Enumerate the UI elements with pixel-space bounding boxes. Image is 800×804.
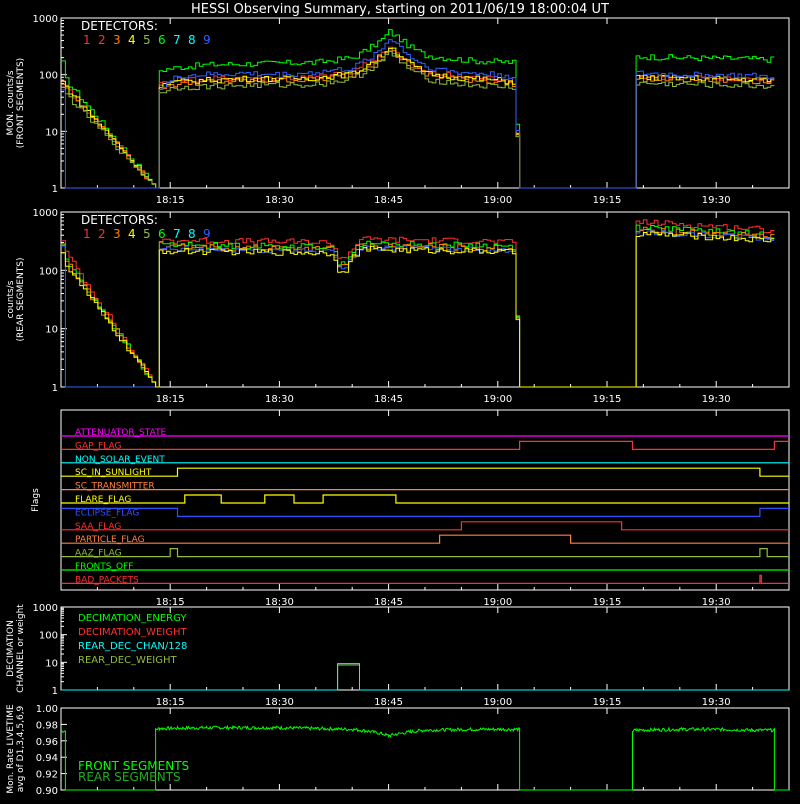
front-legend-item: 1 — [83, 33, 91, 47]
rear-y-tick-label: 1000 — [33, 208, 58, 219]
livetime-y-tick-label: 1.00 — [36, 704, 58, 715]
rear-legend-item: 1 — [83, 227, 91, 241]
flag-label-bad-packets: BAD_PACKETS — [75, 575, 139, 585]
flags-x-tick-label: 18:45 — [374, 597, 403, 608]
rear-x-tick-label: 19:15 — [593, 394, 622, 405]
decimation-legend-item: REAR_DEC_CHAN/128 — [78, 641, 187, 652]
decimation-y-tick-label: 1000 — [33, 603, 58, 614]
front-legend-title: DETECTORS: — [81, 19, 158, 33]
flag-label-sc-in-sunlight: SC_IN_SUNLIGHT — [75, 468, 152, 478]
front-x-tick-label: 18:30 — [265, 195, 294, 206]
rear-legend-item: 3 — [113, 227, 121, 241]
front-y-tick-label: 1 — [52, 184, 58, 195]
front-y-tick-label: 100 — [39, 71, 58, 82]
flag-label-fronts-off: FRONTS_OFF — [75, 562, 133, 572]
rear-y-axis-label: counts/s — [6, 280, 16, 318]
flags-x-tick-label: 19:00 — [483, 597, 512, 608]
decimation-x-tick-label: 18:15 — [156, 697, 185, 708]
decimation-x-tick-label: 19:15 — [593, 697, 622, 708]
front-legend-item: 6 — [158, 33, 166, 47]
livetime-legend-item: REAR SEGMENTS — [78, 770, 181, 784]
flags-x-tick-label: 18:30 — [265, 597, 294, 608]
livetime-y-axis-label: Mon. Rate LIVETIME — [6, 704, 16, 794]
decimation-legend-item: REAR_DEC_WEIGHT — [78, 655, 177, 666]
flags-x-tick-label: 19:30 — [702, 597, 731, 608]
front-legend-item: 4 — [128, 33, 136, 47]
rear-legend-item: 6 — [158, 227, 166, 241]
decimation-y-axis-label: DECIMATION — [6, 620, 16, 677]
front-legend-item: 3 — [113, 33, 121, 47]
livetime-y-tick-label: 0.94 — [36, 753, 58, 764]
rear-y-axis-label: (REAR SEGMENTS) — [16, 257, 26, 341]
livetime-y-tick-label: 0.92 — [36, 770, 58, 781]
rear-y-tick-label: 1 — [52, 383, 58, 394]
rear-legend-item: 8 — [188, 227, 196, 241]
flag-label-gap-flag: GAP_FLAG — [75, 441, 121, 451]
figure-canvas: HESSI Observing Summary, starting on 201… — [0, 0, 800, 800]
rear-legend-item: 9 — [203, 227, 211, 241]
front-x-tick-label: 19:00 — [483, 195, 512, 206]
rear-legend-item: 4 — [128, 227, 136, 241]
front-x-tick-label: 18:45 — [374, 195, 403, 206]
livetime-y-axis-label: avg of D1,3,4,5,6,9 — [16, 705, 26, 792]
hessi-summary-figure: HESSI Observing Summary, starting on 201… — [0, 0, 800, 800]
figure-title: HESSI Observing Summary, starting on 201… — [191, 2, 609, 17]
flag-label-sc-transmitter: SC_TRANSMITTER — [75, 482, 155, 492]
rear-legend-title: DETECTORS: — [81, 213, 158, 227]
rear-x-tick-label: 18:45 — [374, 394, 403, 405]
decimation-legend-item: DECIMATION_ENERGY — [78, 613, 187, 624]
rear-x-tick-label: 19:30 — [702, 394, 731, 405]
flags-x-tick-label: 18:15 — [156, 597, 185, 608]
decimation-legend-item: DECIMATION_WEIGHT — [78, 627, 187, 638]
rear-x-tick-label: 18:15 — [156, 394, 185, 405]
rear-legend-item: 7 — [173, 227, 181, 241]
livetime-y-tick-label: 0.90 — [36, 786, 58, 797]
front-legend-item: 2 — [98, 33, 106, 47]
decimation-x-tick-label: 19:30 — [702, 697, 731, 708]
livetime-y-tick-label: 0.96 — [36, 737, 58, 748]
flags-y-axis-label: Flags — [31, 488, 41, 512]
rear-x-tick-label: 18:30 — [265, 394, 294, 405]
flag-label-attenuator-state: ATTENUATOR_STATE — [75, 428, 167, 438]
front-legend-item: 8 — [188, 33, 196, 47]
front-y-tick-label: 1000 — [33, 14, 58, 25]
rear-legend-item: 2 — [98, 227, 106, 241]
flag-label-saa-flag: SAA_FLAG — [75, 522, 121, 532]
front-x-tick-label: 19:30 — [702, 195, 731, 206]
decimation-y-tick-label: 100 — [39, 631, 58, 642]
front-y-tick-label: 10 — [45, 127, 58, 138]
front-legend-item: 7 — [173, 33, 181, 47]
front-x-tick-label: 19:15 — [593, 195, 622, 206]
decimation-x-tick-label: 18:30 — [265, 697, 294, 708]
livetime-y-tick-label: 0.98 — [36, 720, 58, 731]
front-y-axis-label: MON. counts/s — [6, 70, 16, 135]
flag-label-flare-flag: FLARE_FLAG — [75, 495, 131, 505]
flag-label-particle-flag: PARTICLE_FLAG — [75, 535, 145, 545]
decimation-y-tick-label: 10 — [45, 658, 58, 669]
front-y-axis-label: (FRONT SEGMENTS) — [16, 58, 26, 148]
decimation-x-tick-label: 19:00 — [483, 697, 512, 708]
rear-x-tick-label: 19:00 — [483, 394, 512, 405]
front-x-tick-label: 18:15 — [156, 195, 185, 206]
flag-label-eclipse-flag: ECLIPSE_FLAG — [75, 508, 139, 518]
front-legend-item: 9 — [203, 33, 211, 47]
flag-label-non-solar-event: NON_SOLAR_EVENT — [75, 455, 165, 465]
rear-legend-item: 5 — [143, 227, 151, 241]
flags-x-tick-label: 19:15 — [593, 597, 622, 608]
decimation-x-tick-label: 18:45 — [374, 697, 403, 708]
flag-label-aaz-flag: AAZ_FLAG — [75, 549, 122, 559]
rear-y-tick-label: 100 — [39, 266, 58, 277]
decimation-y-axis-label: CHANNEL or weight — [16, 604, 26, 693]
front-legend-item: 5 — [143, 33, 151, 47]
decimation-y-tick-label: 1 — [52, 686, 58, 697]
rear-y-tick-label: 10 — [45, 325, 58, 336]
